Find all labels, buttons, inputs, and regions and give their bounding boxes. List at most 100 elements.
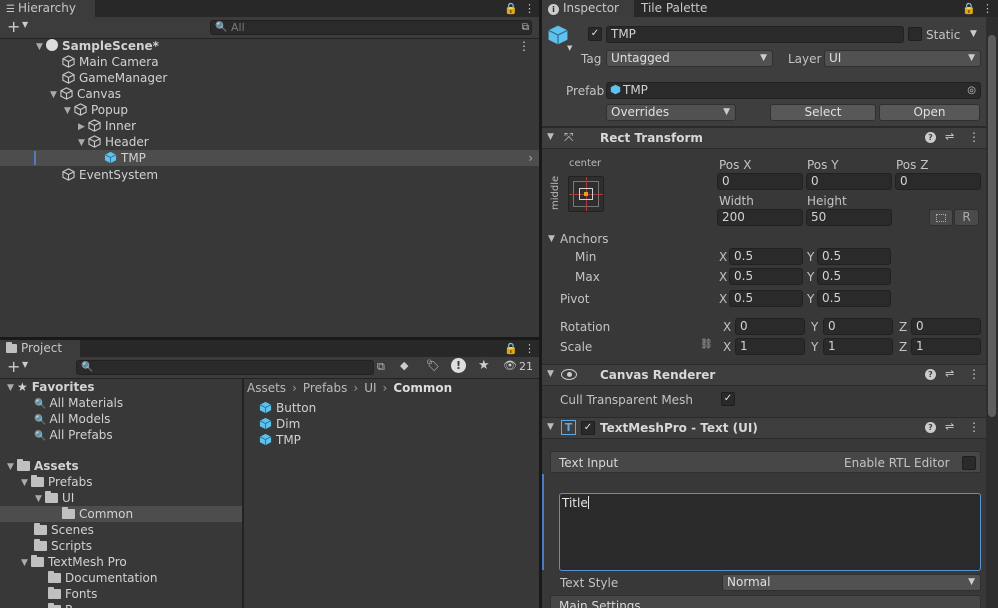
inspector-scrollbar-thumb[interactable] <box>988 35 996 417</box>
tree-common[interactable]: Common <box>0 506 242 522</box>
chevron-down-icon[interactable]: ▼ <box>22 20 28 29</box>
overrides-dropdown[interactable]: Overrides ▼ <box>606 104 736 121</box>
object-name-input[interactable]: TMP <box>606 26 904 43</box>
rotation-y-input[interactable]: 0 <box>823 318 893 335</box>
lock-icon[interactable]: 🔒 <box>504 0 518 17</box>
width-input[interactable]: 200 <box>717 209 803 226</box>
expand-arrow-icon[interactable]: ▼ <box>78 135 88 151</box>
static-checkbox[interactable] <box>908 27 922 41</box>
tab-inspector[interactable]: i Inspector <box>542 0 634 17</box>
project-search-input[interactable]: 🔍 <box>76 360 374 375</box>
expand-arrow-icon[interactable]: ▼ <box>7 459 17 475</box>
tree-scenes[interactable]: Scenes <box>0 522 242 538</box>
rect-transform-header[interactable]: ▼ ⤧ Rect Transform ? ⇌ ⋮ <box>542 127 986 149</box>
filter-by-label-icon[interactable]: 🏷 <box>426 359 440 372</box>
more-menu-icon[interactable]: ⋮ <box>968 130 980 144</box>
tree-item-eventsystem[interactable]: EventSystem <box>0 167 539 183</box>
chevron-right-icon[interactable]: › <box>528 150 533 166</box>
anchor-max-x-input[interactable]: 0.5 <box>729 268 803 285</box>
tree-all-materials[interactable]: 🔍 All Materials <box>0 395 242 411</box>
pos-y-input[interactable]: 0 <box>806 173 892 190</box>
canvas-renderer-header[interactable]: ▼ Canvas Renderer ? ⇌ ⋮ <box>542 364 986 386</box>
help-icon[interactable]: ? <box>925 369 936 380</box>
hidden-packages-icon[interactable]: 👁 <box>503 359 517 372</box>
tag-dropdown[interactable]: Untagged ▼ <box>606 50 773 67</box>
text-input-area[interactable]: Title <box>559 493 981 571</box>
tree-ui[interactable]: ▼ UI <box>0 490 242 506</box>
breadcrumb-assets[interactable]: Assets <box>247 381 286 395</box>
tree-documentation[interactable]: Documentation <box>0 570 242 586</box>
scale-x-input[interactable]: 1 <box>735 338 805 355</box>
tree-scripts[interactable]: Scripts <box>0 538 242 554</box>
hierarchy-tab[interactable]: ☰ Hierarchy <box>0 0 95 17</box>
lock-icon[interactable]: 🔒 <box>962 0 976 17</box>
file-item-tmp[interactable]: TMP <box>244 432 539 448</box>
add-icon[interactable]: + <box>7 17 20 37</box>
tree-item-gamemanager[interactable]: GameManager <box>0 70 539 86</box>
more-menu-icon[interactable]: ⋮ <box>524 340 535 357</box>
layer-dropdown[interactable]: UI ▼ <box>824 50 981 67</box>
tree-item-header[interactable]: ▼ Header <box>0 134 539 150</box>
breadcrumb-ui[interactable]: UI <box>364 381 376 395</box>
favorite-star-icon[interactable]: ★ <box>478 358 490 373</box>
expand-arrow-icon[interactable]: ▼ <box>548 234 555 244</box>
more-menu-icon[interactable]: ⋮ <box>982 0 993 17</box>
more-menu-icon[interactable]: ⋮ <box>518 38 530 54</box>
chevron-down-icon[interactable]: ▼ <box>22 360 28 369</box>
tree-all-models[interactable]: 🔍 All Models <box>0 411 242 427</box>
pos-z-input[interactable]: 0 <box>895 173 981 190</box>
anchor-max-y-input[interactable]: 0.5 <box>817 268 891 285</box>
anchor-min-x-input[interactable]: 0.5 <box>729 248 803 265</box>
text-style-dropdown[interactable]: Normal ▼ <box>722 574 981 591</box>
scale-z-input[interactable]: 1 <box>911 338 981 355</box>
preset-settings-icon[interactable]: ⇌ <box>945 367 954 380</box>
expand-arrow-icon[interactable]: ▼ <box>547 422 554 432</box>
scene-search-icon[interactable]: ⧉ <box>522 21 529 34</box>
more-menu-icon[interactable]: ⋮ <box>968 367 980 381</box>
tree-prefabs[interactable]: ▼ Prefabs <box>0 474 242 490</box>
warning-icon[interactable]: ! <box>451 358 466 373</box>
tree-item-samplescene[interactable]: ▼ SampleScene* ⋮ <box>0 38 539 54</box>
tree-fonts[interactable]: Fonts <box>0 586 242 602</box>
pivot-x-input[interactable]: 0.5 <box>729 290 803 307</box>
filter-by-type-icon[interactable]: ◆ <box>400 359 408 372</box>
blueprint-mode-button[interactable] <box>929 209 953 226</box>
tree-favorites[interactable]: ▼ ★ Favorites <box>0 379 242 395</box>
expand-arrow-icon[interactable]: ▼ <box>7 380 17 396</box>
more-menu-icon[interactable]: ⋮ <box>524 0 535 17</box>
active-checkbox[interactable]: ✓ <box>588 27 602 41</box>
chevron-down-icon[interactable]: ▼ <box>567 44 572 52</box>
project-tab[interactable]: Project <box>0 340 80 357</box>
tree-item-main-camera[interactable]: Main Camera <box>0 54 539 70</box>
help-icon[interactable]: ? <box>925 132 936 143</box>
expand-arrow-icon[interactable]: ▼ <box>547 369 554 379</box>
add-icon[interactable]: + <box>7 357 20 377</box>
help-icon[interactable]: ? <box>925 422 936 433</box>
scene-search-icon[interactable]: ⧉ <box>377 360 385 374</box>
tree-item-inner[interactable]: ▶ Inner <box>0 118 539 134</box>
tree-all-prefabs[interactable]: 🔍 All Prefabs <box>0 427 242 443</box>
tree-item-tmp[interactable]: TMP › <box>0 150 539 166</box>
prefab-field[interactable]: TMP ◎ <box>606 82 981 99</box>
tree-assets[interactable]: ▼ Assets <box>0 458 242 474</box>
textmeshpro-header[interactable]: ▼ T ✓ TextMeshPro - Text (UI) ? ⇌ ⋮ <box>542 417 986 439</box>
expand-arrow-icon[interactable]: ▼ <box>547 132 554 142</box>
main-settings-section-header[interactable]: Main Settings <box>550 595 981 608</box>
more-menu-icon[interactable]: ⋮ <box>968 420 980 434</box>
scale-y-input[interactable]: 1 <box>823 338 893 355</box>
tree-textmesh-pro[interactable]: ▼ TextMesh Pro <box>0 554 242 570</box>
rotation-z-input[interactable]: 0 <box>911 318 981 335</box>
open-button[interactable]: Open <box>879 104 980 121</box>
expand-arrow-icon[interactable]: ▼ <box>64 103 74 119</box>
preset-settings-icon[interactable]: ⇌ <box>945 130 954 143</box>
anchor-preset-button[interactable] <box>568 176 604 212</box>
expand-arrow-icon[interactable]: ▼ <box>21 475 31 491</box>
tree-item-canvas[interactable]: ▼ Canvas <box>0 86 539 102</box>
expand-arrow-icon[interactable]: ▼ <box>50 87 60 103</box>
lock-icon[interactable]: 🔒 <box>504 340 518 357</box>
expand-arrow-icon[interactable]: ▼ <box>35 491 45 507</box>
preset-settings-icon[interactable]: ⇌ <box>945 420 954 433</box>
expand-arrow-icon[interactable]: ▼ <box>36 39 46 55</box>
rotation-x-input[interactable]: 0 <box>735 318 805 335</box>
chevron-down-icon[interactable]: ▼ <box>970 29 977 39</box>
